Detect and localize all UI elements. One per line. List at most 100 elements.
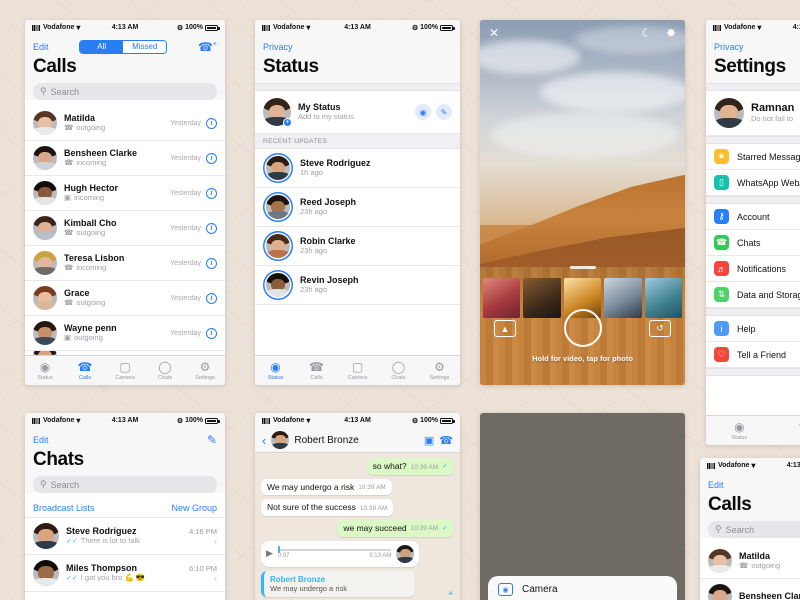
message-bubble[interactable]: we may succeed 10:39 AM ✓ bbox=[337, 519, 454, 537]
attach-camera-item[interactable]: ◉ Camera bbox=[498, 583, 667, 596]
edit-button[interactable]: Edit bbox=[708, 480, 724, 490]
settings-item-web[interactable]: ▯ WhatsApp Web/Desktop bbox=[706, 170, 800, 196]
update-time: 1h ago bbox=[300, 168, 323, 178]
message-bubble[interactable]: Not sure of the success 10:39 AM bbox=[261, 499, 394, 516]
plus-icon[interactable]: + bbox=[283, 118, 292, 127]
tab-calls[interactable]: ☎Calls bbox=[65, 360, 105, 381]
settings-item-account[interactable]: ⚷ Account bbox=[706, 204, 800, 230]
tab-settings[interactable]: ⚙ Settings bbox=[419, 360, 460, 381]
status-bar: Vodafone ▾ 4:13 AM 100% bbox=[700, 458, 800, 473]
reply-preview[interactable]: Robert Bronze We may undergo a risk bbox=[261, 570, 416, 597]
settings-item-data-storage[interactable]: ⇅ Data and Storage Usage bbox=[706, 282, 800, 308]
info-button[interactable]: i bbox=[206, 187, 217, 199]
settings-item-label: Starred Messages bbox=[737, 151, 800, 162]
table-row[interactable]: Miles Thompson ✓✓ I got you bro 💪 😎 6:10 … bbox=[25, 555, 225, 592]
phone-plus-icon[interactable]: ☎+ bbox=[198, 40, 217, 54]
tab-chats[interactable]: ◯ Chats bbox=[378, 360, 419, 381]
star-icon: ★ bbox=[714, 149, 729, 164]
message-bubble[interactable]: so what? 10:39 AM ✓ bbox=[366, 458, 454, 475]
info-button[interactable]: i bbox=[206, 292, 217, 304]
status-updates-list: Steve Rodriguez 1h ago Reed Joseph 23h a… bbox=[255, 149, 460, 305]
privacy-button[interactable]: Privacy bbox=[714, 42, 744, 52]
table-row[interactable]: Matilda ☎ outgoing Yesterday i bbox=[25, 106, 225, 141]
message-time: 10:39 AM bbox=[358, 484, 386, 492]
table-row[interactable]: Hugh Hector ▣ incoming Yesterday i bbox=[25, 176, 225, 211]
table-row[interactable]: Bensheen Clarke ☎ incoming Yesterday i bbox=[25, 141, 225, 176]
list-item[interactable]: Revin Joseph 23h ago bbox=[255, 266, 460, 305]
message-bubble[interactable]: We may undergo a risk 10:39 AM bbox=[261, 478, 392, 496]
phone-call-icon[interactable]: ☎ bbox=[439, 434, 453, 447]
settings-item-tell-friend[interactable]: ♡ Tell a Friend bbox=[706, 342, 800, 368]
search-input[interactable]: ⚲ Search bbox=[33, 476, 217, 493]
hat-person-thumb[interactable] bbox=[604, 278, 642, 318]
segment-all[interactable]: All bbox=[80, 40, 124, 53]
contact-name: Robin Clarke bbox=[300, 235, 356, 246]
broadcast-lists-button[interactable]: Broadcast Lists bbox=[33, 503, 95, 513]
tab-camera[interactable]: ▢ Camera bbox=[337, 360, 378, 381]
search-input[interactable]: ⚲ Search bbox=[33, 83, 217, 100]
flash-sparkle-icon[interactable]: ✸ bbox=[666, 26, 676, 40]
profile-row[interactable]: Ramnan Do not fail to bbox=[706, 91, 800, 136]
info-icon: i bbox=[714, 321, 729, 336]
search-input[interactable]: ⚲ Search bbox=[708, 521, 800, 538]
my-status-row[interactable]: + My Status Add to my status ◉ ✎ bbox=[255, 91, 460, 134]
edit-button[interactable]: Edit bbox=[33, 42, 49, 52]
tab-camera[interactable]: ▢ Camera bbox=[105, 360, 145, 381]
video-call-icon[interactable]: ▣ bbox=[424, 434, 434, 447]
privacy-button[interactable]: Privacy bbox=[263, 42, 293, 52]
info-button[interactable]: i bbox=[206, 327, 217, 339]
reply-author: Robert Bronze bbox=[270, 574, 326, 584]
table-row[interactable]: Bensheen Clarke bbox=[700, 579, 800, 600]
list-item[interactable]: Steve Rodriguez 1h ago bbox=[255, 149, 460, 188]
info-button[interactable]: i bbox=[206, 257, 217, 269]
compose-icon[interactable]: ✎ bbox=[207, 433, 217, 447]
pencil-icon[interactable]: ✎ bbox=[436, 104, 452, 120]
bay-thumb[interactable] bbox=[644, 278, 683, 318]
table-row[interactable]: Steve Rodriguez ✓✓ There is lot to talk 4… bbox=[25, 518, 225, 555]
list-item[interactable]: Reed Joseph 23h ago bbox=[255, 188, 460, 227]
avatar[interactable] bbox=[271, 431, 290, 449]
tab-status[interactable]: ◉ Status bbox=[255, 360, 296, 381]
list-item[interactable]: Robin Clarke 23h ago bbox=[255, 227, 460, 266]
play-icon[interactable]: ▶ bbox=[266, 548, 273, 559]
settings-item-chats[interactable]: ☎ Chats bbox=[706, 230, 800, 256]
moon-icon[interactable]: ☾ bbox=[641, 26, 652, 40]
flip-camera-icon[interactable]: ↺ bbox=[649, 320, 671, 337]
close-icon[interactable]: ✕ bbox=[489, 26, 499, 40]
sheet-grabber[interactable] bbox=[569, 266, 596, 269]
gallery-icon[interactable]: ▲ bbox=[494, 320, 516, 337]
info-button[interactable]: i bbox=[206, 152, 217, 164]
segment-missed[interactable]: Missed bbox=[123, 40, 167, 53]
contact-name: Robert Bronze bbox=[294, 434, 359, 446]
update-time: 23h ago bbox=[300, 207, 328, 217]
tab-calls[interactable]: ☎Calls bbox=[296, 360, 337, 381]
canyon-thumb[interactable] bbox=[483, 278, 521, 318]
settings-item-notifications[interactable]: ♬ Notifications bbox=[706, 256, 800, 282]
call-type-icon: ☎ bbox=[64, 298, 74, 308]
table-row[interactable]: Matilda ☎ outgoing bbox=[700, 544, 800, 579]
table-row[interactable]: Kimball Cho ☎ outgoing Yesterday i bbox=[25, 211, 225, 246]
calls-filter-segment[interactable]: All Missed bbox=[79, 39, 168, 54]
info-button[interactable]: i bbox=[206, 117, 217, 129]
back-chevron-icon[interactable]: ‹ bbox=[262, 433, 266, 448]
tab-status[interactable]: ◉ Status bbox=[25, 360, 65, 381]
call-type-icon: ☎ bbox=[64, 123, 74, 133]
hands-camera-thumb[interactable] bbox=[523, 278, 561, 318]
edit-button[interactable]: Edit bbox=[33, 435, 49, 445]
audio-track[interactable]: 0:07 9:13 AM bbox=[277, 546, 392, 559]
info-button[interactable]: i bbox=[206, 222, 217, 234]
battery-icon bbox=[205, 417, 220, 424]
table-row[interactable]: Grace ☎ outgoing Yesterday i bbox=[25, 281, 225, 316]
settings-item-help[interactable]: i Help bbox=[706, 316, 800, 342]
table-row[interactable]: Teresa Lisbon ☎ incoming Yesterday i bbox=[25, 246, 225, 281]
shutter-button[interactable] bbox=[563, 309, 602, 347]
settings-item-starred[interactable]: ★ Starred Messages bbox=[706, 144, 800, 170]
voice-message[interactable]: ▶ 0:07 9:13 AM ⚹ bbox=[261, 540, 453, 597]
tab-settings[interactable]: ⚙ Settings bbox=[185, 360, 225, 381]
tab-chats[interactable]: ◯ Chats bbox=[145, 360, 185, 381]
tab-status[interactable]: ◉ Status bbox=[706, 420, 773, 441]
tab-calls[interactable]: ☎Calls bbox=[773, 420, 800, 441]
new-group-button[interactable]: New Group bbox=[171, 503, 217, 513]
camera-icon[interactable]: ◉ bbox=[415, 104, 431, 120]
table-row[interactable]: Wayne penn ▣ outgoing Yesterday i bbox=[25, 316, 225, 351]
